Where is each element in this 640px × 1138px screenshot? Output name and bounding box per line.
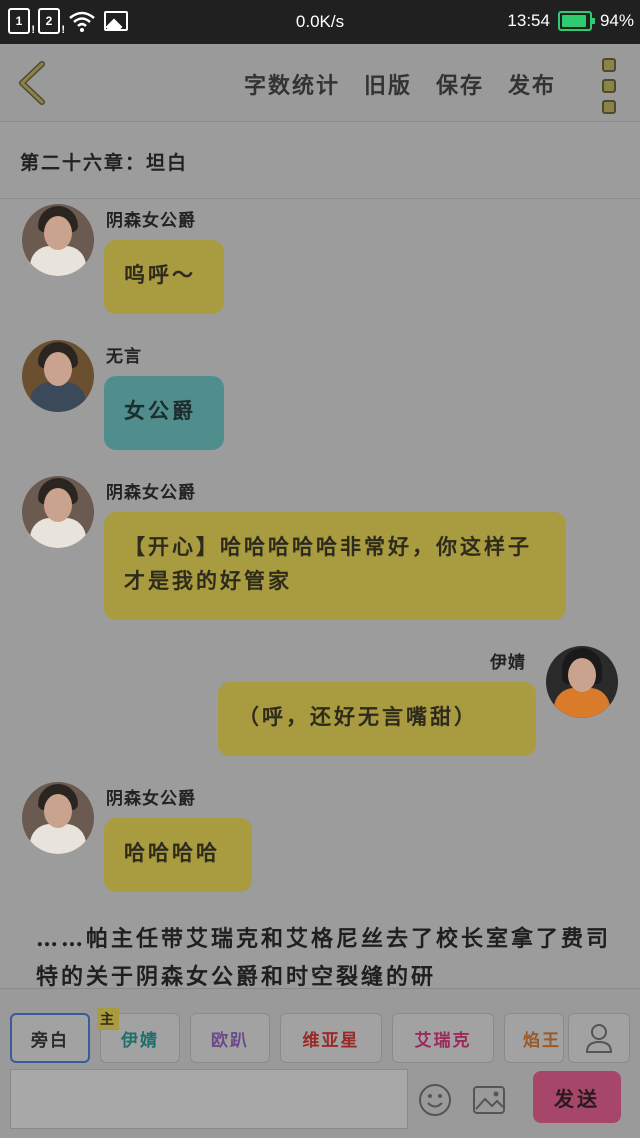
clock: 13:54 [507,11,550,30]
compose-panel: 旁白 主 伊婧 欧趴 维亚星 艾瑞克 焰王 发送 [0,988,640,1138]
message-bubble[interactable]: （呼，还好无言嘴甜） [218,682,536,756]
avatar[interactable] [22,782,94,854]
word-count-button[interactable]: 字数统计 [244,68,340,100]
speaker-name: 阴森女公爵 [106,483,196,503]
role-yijing[interactable]: 主 伊婧 [97,1008,180,1063]
role-opa[interactable]: 欧趴 [190,1013,270,1063]
battery-icon [557,11,595,31]
speaker-name: 无言 [106,347,142,367]
role-yanwang[interactable]: 焰王 [504,1013,564,1063]
message-input[interactable] [10,1069,408,1129]
role-manage-button[interactable] [568,1013,630,1063]
message-bubble[interactable]: 哈哈哈哈 [104,818,252,892]
role-selector: 旁白 主 伊婧 欧趴 维亚星 艾瑞克 焰王 [10,1008,564,1063]
person-icon [585,1024,613,1053]
save-button[interactable]: 保存 [436,68,484,100]
top-toolbar: 字数统计 旧版 保存 发布 [0,44,640,122]
message-bubble[interactable]: 呜呼～ [104,240,224,314]
image-icon[interactable] [472,1085,506,1115]
avatar[interactable] [546,646,618,718]
role-label: 维亚星 [302,1030,360,1051]
role-weiyaxing[interactable]: 维亚星 [280,1013,382,1063]
main-role-badge: 主 [97,1008,119,1030]
status-bar: 1 2 0.0K/s 13:54 94% [0,0,640,44]
send-button[interactable]: 发送 [533,1071,621,1123]
back-chevron-icon[interactable] [14,60,50,106]
role-label: 伊婧 [121,1030,159,1051]
speaker-name: 阴森女公爵 [106,789,196,809]
role-label: 旁白 [31,1030,69,1051]
more-menu-icon[interactable] [602,58,616,114]
avatar[interactable] [22,204,94,276]
emoji-icon[interactable] [418,1083,452,1117]
avatar[interactable] [22,476,94,548]
role-eric[interactable]: 艾瑞克 [392,1013,494,1063]
chapter-title: 第二十六章：坦白 [20,152,189,174]
avatar[interactable] [22,340,94,412]
message-bubble[interactable]: 女公爵 [104,376,224,450]
old-version-button[interactable]: 旧版 [364,68,412,100]
message-bubble[interactable]: 【开心】哈哈哈哈哈非常好，你这样子才是我的好管家 [104,512,566,620]
battery-percent: 94% [599,11,634,30]
publish-button[interactable]: 发布 [508,68,556,100]
role-label: 艾瑞克 [414,1030,472,1051]
narration-text: ……帕主任带艾瑞克和艾格尼丝去了校长室拿了费司特的关于阴森女公爵和时空裂缝的研 [36,926,612,990]
role-label: 欧趴 [211,1030,249,1051]
speaker-name: 伊婧 [490,653,526,673]
role-label: 焰王 [523,1030,561,1051]
divider [0,198,640,199]
speaker-name: 阴森女公爵 [106,211,196,231]
role-narrator[interactable]: 旁白 [10,1013,90,1063]
